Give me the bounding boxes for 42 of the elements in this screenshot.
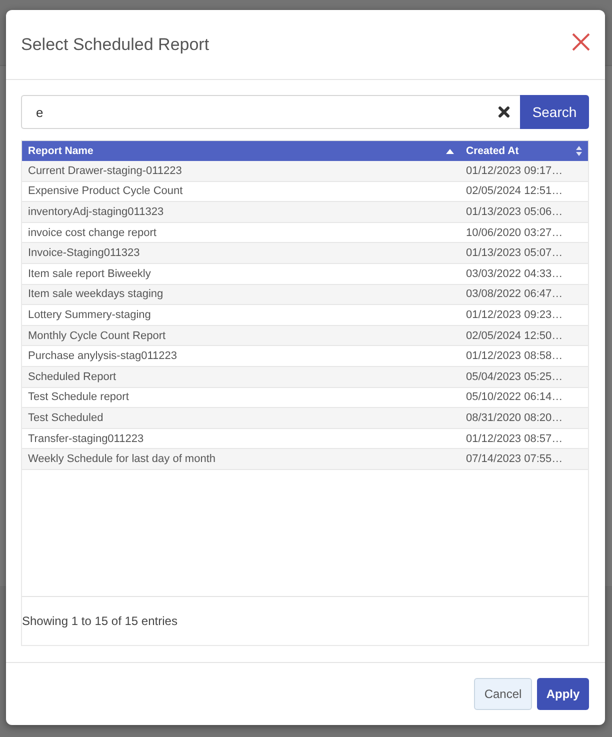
table-cell[interactable]: 02/05/2024 12:50… bbox=[460, 330, 588, 342]
search-button[interactable]: Search bbox=[520, 95, 589, 129]
table-cell[interactable]: Item sale report Biweekly bbox=[22, 268, 460, 280]
table-cell[interactable]: 01/12/2023 09:23… bbox=[460, 308, 588, 321]
table-cell[interactable]: 01/12/2023 08:58… bbox=[460, 350, 588, 362]
table-cell[interactable]: 02/05/2024 12:51… bbox=[460, 185, 588, 198]
column-header[interactable]: Report Name bbox=[22, 141, 460, 161]
table-cell[interactable]: Purchase anylysis-stag011223 bbox=[22, 350, 460, 362]
search-field[interactable]: e bbox=[21, 95, 520, 129]
apply-button[interactable]: Apply bbox=[537, 678, 589, 710]
table-cell[interactable]: Current Drawer-staging-011223 bbox=[22, 164, 460, 177]
table-cell[interactable]: Test Schedule report bbox=[22, 391, 460, 404]
close-icon[interactable] bbox=[571, 32, 591, 52]
table-cell[interactable]: inventoryAdj-staging011323 bbox=[22, 206, 460, 218]
table-cell[interactable]: Scheduled Report bbox=[22, 370, 460, 383]
table-cell[interactable]: 01/13/2023 05:06… bbox=[460, 206, 588, 218]
table-cell[interactable]: Weekly Schedule for last day of month bbox=[22, 453, 460, 466]
table-cell[interactable]: Invoice-Staging011323 bbox=[22, 247, 460, 260]
table-cell[interactable]: 10/06/2020 03:27… bbox=[460, 226, 588, 239]
table-cell[interactable]: 05/04/2023 05:25… bbox=[460, 370, 588, 383]
sort-icon bbox=[576, 146, 582, 156]
entries-info: Showing 1 to 15 of 15 entries bbox=[22, 614, 178, 628]
table-cell[interactable]: 07/14/2023 07:55… bbox=[460, 453, 588, 466]
clear-icon[interactable] bbox=[498, 106, 510, 118]
table-cell[interactable]: 01/12/2023 09:17… bbox=[460, 164, 588, 177]
cancel-button[interactable]: Cancel bbox=[474, 678, 532, 710]
table-cell[interactable]: Lottery Summery-staging bbox=[22, 308, 460, 321]
table-cell[interactable]: Transfer-staging011223 bbox=[22, 432, 460, 445]
table-cell[interactable]: invoice cost change report bbox=[22, 226, 460, 239]
table-cell[interactable]: 01/12/2023 08:57… bbox=[460, 432, 588, 445]
table-cell[interactable]: 03/03/2022 04:33… bbox=[460, 268, 588, 280]
table-cell[interactable]: Monthly Cycle Count Report bbox=[22, 330, 460, 342]
table-cell[interactable]: 08/31/2020 08:20… bbox=[460, 412, 588, 424]
table-cell[interactable]: Item sale weekdays staging bbox=[22, 288, 460, 300]
table-cell[interactable]: Test Scheduled bbox=[22, 412, 460, 424]
dialog-title: Select Scheduled Report bbox=[21, 34, 210, 54]
sort-up-icon bbox=[446, 148, 454, 154]
table-cell[interactable]: 01/13/2023 05:07… bbox=[460, 247, 588, 260]
table-cell[interactable]: 05/10/2022 06:14… bbox=[460, 391, 588, 404]
table-cell[interactable]: 03/08/2022 06:47… bbox=[460, 288, 588, 300]
column-header[interactable]: Created At bbox=[460, 141, 588, 161]
table-cell[interactable]: Expensive Product Cycle Count bbox=[22, 185, 460, 198]
